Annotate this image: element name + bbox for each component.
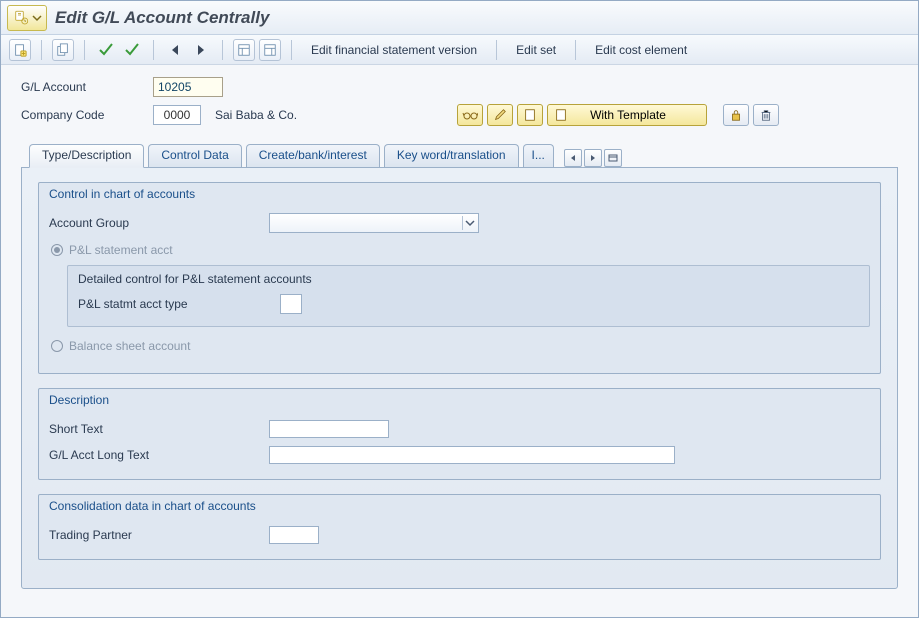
check-forward-button[interactable] [121, 39, 143, 61]
group-description: Description Short Text G/L Acct Long Tex… [38, 388, 881, 480]
pl-statement-radio[interactable] [51, 244, 63, 256]
tab-list-button[interactable] [604, 149, 622, 167]
layout-icon [263, 43, 277, 57]
next-record-button[interactable] [190, 39, 212, 61]
tabs-row: Type/Description Control Data Create/ban… [21, 143, 898, 167]
tab-create-bank-interest[interactable]: Create/bank/interest [246, 144, 380, 168]
separator [291, 40, 292, 60]
check-back-button[interactable] [95, 39, 117, 61]
balance-sheet-radio-label: Balance sheet account [69, 339, 190, 353]
page-icon [523, 108, 537, 122]
check-green-icon [98, 42, 114, 58]
copy-button[interactable] [52, 39, 74, 61]
new-document-button[interactable] [9, 39, 31, 61]
edit-set-link[interactable]: Edit set [507, 39, 565, 61]
account-group-select[interactable] [269, 213, 479, 233]
delete-button[interactable] [753, 104, 779, 126]
edit-cost-element-link[interactable]: Edit cost element [586, 39, 696, 61]
triangle-right-icon [589, 154, 597, 162]
long-text-input[interactable] [269, 446, 675, 464]
separator [575, 40, 576, 60]
tab-type-description[interactable]: Type/Description [29, 144, 144, 168]
copy-icon [56, 43, 70, 57]
separator [41, 40, 42, 60]
tab-scroll-right-button[interactable] [584, 149, 602, 167]
main-toolbar: Edit financial statement version Edit se… [1, 35, 918, 65]
app-title: Edit G/L Account Centrally [55, 8, 269, 28]
lock-icon [729, 108, 743, 122]
tab-keyword-translation[interactable]: Key word/translation [384, 144, 519, 168]
create-button[interactable] [517, 104, 543, 126]
separator [496, 40, 497, 60]
company-code-desc: Sai Baba & Co. [215, 108, 297, 122]
group-consolidation-title: Consolidation data in chart of accounts [49, 497, 870, 515]
layout-button-2[interactable] [259, 39, 281, 61]
gl-account-input[interactable] [153, 77, 223, 97]
with-template-button[interactable]: With Template [547, 104, 707, 126]
lock-button[interactable] [723, 104, 749, 126]
group-description-title: Description [49, 391, 870, 409]
trading-partner-input[interactable] [269, 526, 319, 544]
title-bar: Edit G/L Account Centrally [1, 1, 918, 35]
prev-record-button[interactable] [164, 39, 186, 61]
glasses-icon [462, 107, 478, 123]
separator [222, 40, 223, 60]
layout-icon [237, 43, 251, 57]
separator [84, 40, 85, 60]
pl-detail-subgroup: Detailed control for P&L statement accou… [67, 265, 870, 327]
gl-account-row: G/L Account [21, 75, 898, 99]
layout-button-1[interactable] [233, 39, 255, 61]
chevron-down-icon [32, 13, 42, 23]
change-button[interactable] [487, 104, 513, 126]
system-menu-icon [12, 9, 30, 27]
triangle-right-icon [196, 44, 206, 56]
short-text-row: Short Text [49, 417, 870, 441]
tab-list-icon [608, 154, 618, 162]
display-button[interactable] [457, 104, 483, 126]
group-control-chart: Control in chart of accounts Account Gro… [38, 182, 881, 374]
long-text-label: G/L Acct Long Text [49, 448, 269, 462]
gl-account-label: G/L Account [21, 80, 153, 94]
company-code-input[interactable] [153, 105, 201, 125]
tab-scroll-left-button[interactable] [564, 149, 582, 167]
pl-type-input[interactable] [280, 294, 302, 314]
check-green-icon [124, 42, 140, 58]
group-consolidation: Consolidation data in chart of accounts … [38, 494, 881, 560]
pl-type-label: P&L statmt acct type [78, 297, 280, 311]
triangle-left-icon [170, 44, 180, 56]
company-code-label: Company Code [21, 108, 153, 122]
body-area: G/L Account Company Code Sai Baba & Co. … [1, 65, 918, 617]
system-menu-button[interactable] [7, 5, 47, 31]
balance-sheet-radio-row[interactable]: Balance sheet account [51, 335, 870, 357]
with-template-label: With Template [590, 108, 666, 122]
short-text-input[interactable] [269, 420, 389, 438]
trading-partner-row: Trading Partner [49, 523, 870, 547]
tab-control-data[interactable]: Control Data [148, 144, 241, 168]
company-code-row: Company Code Sai Baba & Co. With Templat… [21, 103, 898, 127]
edit-financial-statement-link[interactable]: Edit financial statement version [302, 39, 486, 61]
pencil-icon [493, 108, 507, 122]
pl-statement-radio-label: P&L statement acct [69, 243, 173, 257]
tab-scroll-controls [564, 149, 622, 167]
trading-partner-label: Trading Partner [49, 528, 269, 542]
tabstrip: Type/Description Control Data Create/ban… [21, 143, 898, 589]
long-text-row: G/L Acct Long Text [49, 443, 870, 467]
separator [153, 40, 154, 60]
app-window: Edit G/L Account Centrally [0, 0, 919, 618]
account-group-row: Account Group [49, 211, 870, 235]
triangle-left-icon [569, 154, 577, 162]
trash-icon [759, 108, 773, 122]
group-control-chart-title: Control in chart of accounts [49, 185, 870, 203]
tab-truncated[interactable]: I... [523, 144, 554, 168]
page-icon [554, 108, 568, 122]
pl-type-row: P&L statmt acct type [78, 292, 859, 316]
account-group-label: Account Group [49, 216, 269, 230]
pl-statement-radio-row[interactable]: P&L statement acct [51, 239, 870, 261]
chevron-down-icon [465, 218, 475, 228]
short-text-label: Short Text [49, 422, 269, 436]
tab-panel: Control in chart of accounts Account Gro… [21, 167, 898, 589]
balance-sheet-radio[interactable] [51, 340, 63, 352]
pl-detail-subgroup-title: Detailed control for P&L statement accou… [78, 272, 859, 286]
new-document-icon [13, 43, 27, 57]
